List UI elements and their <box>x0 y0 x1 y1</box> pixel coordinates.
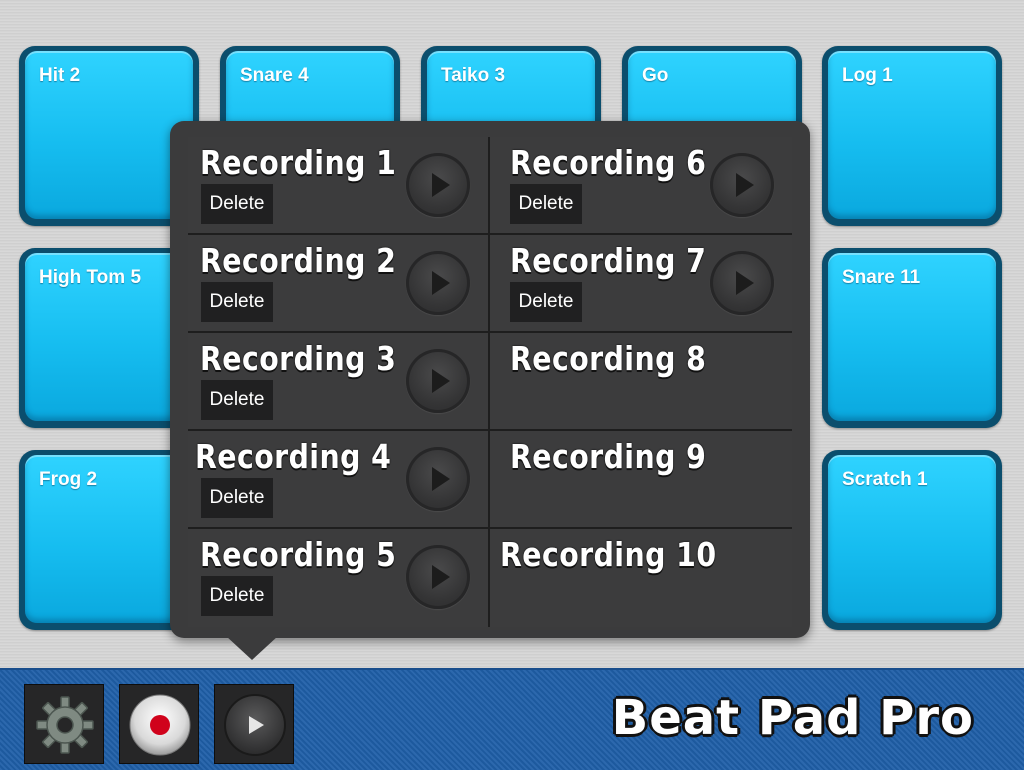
pad-surface: Snare 11 <box>828 253 996 421</box>
recording-title: Recording 2 <box>200 241 397 280</box>
pad-log-1[interactable]: Log 1 <box>822 46 1002 226</box>
recording-item[interactable]: Recording 5 Delete <box>188 529 490 627</box>
pad-label: Taiko 3 <box>441 65 506 86</box>
play-icon <box>736 271 754 295</box>
delete-button[interactable]: Delete <box>201 576 273 616</box>
recording-item[interactable]: Recording 2 Delete <box>188 235 490 333</box>
recording-title: Recording 8 <box>510 339 707 378</box>
delete-button[interactable]: Delete <box>201 478 273 518</box>
recording-title: Recording 4 <box>195 437 392 476</box>
play-recording-button[interactable] <box>710 153 774 217</box>
delete-button[interactable]: Delete <box>510 282 582 322</box>
recording-title: Recording 7 <box>510 241 707 280</box>
recording-item[interactable]: Recording 4 Delete <box>188 431 490 529</box>
pad-surface: High Tom 5 <box>25 253 193 421</box>
play-icon <box>736 173 754 197</box>
pad-surface: Log 1 <box>828 51 996 219</box>
pad-surface: Frog 2 <box>25 455 193 623</box>
play-button[interactable] <box>214 684 294 764</box>
recording-item[interactable]: Recording 7 Delete <box>490 235 792 333</box>
play-recording-button[interactable] <box>406 349 470 413</box>
pad-label: Log 1 <box>842 65 893 86</box>
record-icon <box>129 694 191 756</box>
recording-item[interactable]: Recording 1 Delete <box>188 137 490 235</box>
pad-snare-11[interactable]: Snare 11 <box>822 248 1002 428</box>
recording-item[interactable]: Recording 6 Delete <box>490 137 792 235</box>
delete-button[interactable]: Delete <box>201 380 273 420</box>
play-recording-button[interactable] <box>406 251 470 315</box>
pad-label: Scratch 1 <box>842 469 928 490</box>
play-icon <box>224 694 286 756</box>
recording-item[interactable]: Recording 10 <box>490 529 792 627</box>
pad-surface: Scratch 1 <box>828 455 996 623</box>
pad-scratch-1[interactable]: Scratch 1 <box>822 450 1002 630</box>
recordings-popover: Recording 1 Delete Recording 2 Delete Re… <box>170 121 810 638</box>
play-recording-button[interactable] <box>406 545 470 609</box>
recording-item[interactable]: Recording 8 <box>490 333 792 431</box>
bottom-toolbar: Beat Pad Pro <box>0 668 1024 770</box>
gear-icon <box>36 696 94 754</box>
recording-item[interactable]: Recording 3 Delete <box>188 333 490 431</box>
play-icon <box>432 565 450 589</box>
play-recording-button[interactable] <box>406 153 470 217</box>
popover-pointer <box>226 636 278 660</box>
recording-title: Recording 3 <box>200 339 397 378</box>
recording-item[interactable]: Recording 9 <box>490 431 792 529</box>
delete-button[interactable]: Delete <box>201 282 273 322</box>
pad-label: Snare 4 <box>240 65 309 86</box>
play-icon <box>432 173 450 197</box>
pad-surface: Hit 2 <box>25 51 193 219</box>
settings-button[interactable] <box>24 684 104 764</box>
play-icon <box>432 271 450 295</box>
app-title: Beat Pad Pro <box>610 689 974 748</box>
play-icon <box>432 369 450 393</box>
pad-label: Hit 2 <box>39 65 81 86</box>
recording-title: Recording 10 <box>500 535 717 574</box>
recording-title: Recording 1 <box>200 143 397 182</box>
pad-label: Frog 2 <box>39 469 98 490</box>
recording-title: Recording 9 <box>510 437 707 476</box>
play-recording-button[interactable] <box>406 447 470 511</box>
delete-button[interactable]: Delete <box>510 184 582 224</box>
pad-label: Snare 11 <box>842 267 921 288</box>
play-recording-button[interactable] <box>710 251 774 315</box>
delete-button[interactable]: Delete <box>201 184 273 224</box>
recording-title: Recording 5 <box>200 535 397 574</box>
pad-label: Go <box>642 65 669 86</box>
play-icon <box>432 467 450 491</box>
pad-label: High Tom 5 <box>39 267 142 288</box>
recordings-list: Recording 1 Delete Recording 2 Delete Re… <box>188 137 792 627</box>
record-button[interactable] <box>119 684 199 764</box>
recording-title: Recording 6 <box>510 143 707 182</box>
